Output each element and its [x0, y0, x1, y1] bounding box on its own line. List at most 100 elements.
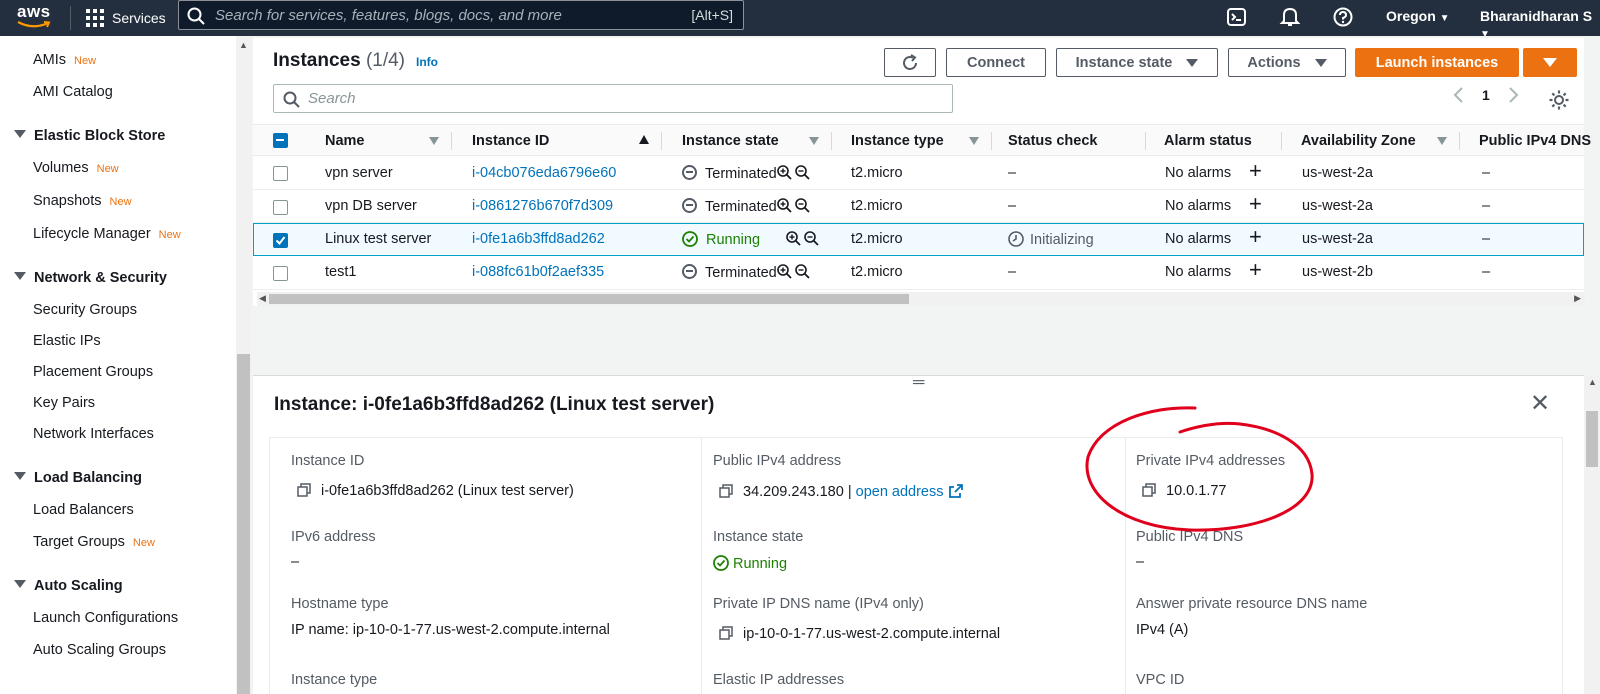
column-header-availability-zone[interactable]: Availability Zone	[1301, 133, 1416, 149]
copy-icon[interactable]	[297, 483, 311, 497]
instance-id-value: i-0fe1a6b3ffd8ad262 (Linux test server)	[297, 483, 574, 499]
column-divider[interactable]	[451, 132, 452, 150]
sidebar-item-snapshots[interactable]: Snapshots New	[33, 193, 132, 209]
cell-instance-id-link[interactable]: i-088fc61b0f2aef335	[472, 264, 604, 280]
column-divider[interactable]	[1145, 132, 1146, 150]
zoom-icons[interactable]	[786, 231, 820, 247]
sort-icon[interactable]	[429, 137, 439, 145]
sidebar-item-label: Lifecycle Manager	[33, 226, 151, 242]
column-divider[interactable]	[661, 132, 662, 150]
sidebar-item-auto-scaling-groups[interactable]: Auto Scaling Groups	[33, 642, 166, 658]
row-checkbox[interactable]	[273, 200, 288, 215]
actions-dropdown[interactable]: Actions	[1228, 48, 1346, 77]
sidebar-item-launch-configurations[interactable]: Launch Configurations	[33, 610, 178, 626]
column-header-instance-state[interactable]: Instance state	[682, 133, 779, 149]
column-header-public-ipv4-dns[interactable]: Public IPv4 DNS	[1479, 133, 1591, 149]
sidebar-item-amis[interactable]: AMIs New	[33, 52, 96, 68]
external-link-icon[interactable]	[948, 483, 964, 499]
sidebar-section-network-security[interactable]: Network & Security	[14, 270, 167, 286]
zoom-icons[interactable]	[776, 264, 811, 280]
sidebar-item-network-interfaces[interactable]: Network Interfaces	[33, 426, 154, 442]
column-divider[interactable]	[831, 132, 832, 150]
resize-handle-icon[interactable]: ═	[913, 374, 924, 392]
sidebar-item-lifecycle-manager[interactable]: Lifecycle Manager New	[33, 226, 181, 242]
scrollbar-thumb[interactable]	[1586, 411, 1598, 467]
table-row[interactable]	[253, 190, 1584, 223]
aws-logo[interactable]: aws	[16, 2, 56, 32]
column-divider[interactable]	[1459, 132, 1460, 150]
column-divider[interactable]	[1281, 132, 1282, 150]
sidebar-item-security-groups[interactable]: Security Groups	[33, 302, 137, 318]
select-all-checkbox[interactable]	[273, 133, 288, 148]
sidebar-item-elastic-ips[interactable]: Elastic IPs	[33, 333, 101, 349]
column-header-status-check[interactable]: Status check	[1008, 133, 1097, 149]
row-checkbox[interactable]	[273, 166, 288, 181]
detail-scrollbar[interactable]: ▲	[1584, 375, 1600, 694]
table-row[interactable]	[253, 257, 1584, 290]
launch-options-dropdown[interactable]	[1523, 48, 1577, 77]
row-checkbox-checked[interactable]	[273, 233, 288, 248]
sidebar-item-load-balancers[interactable]: Load Balancers	[33, 502, 134, 518]
scroll-up-arrow-icon[interactable]: ▲	[1588, 377, 1597, 387]
refresh-button[interactable]	[884, 48, 936, 77]
sidebar-item-target-groups[interactable]: Target Groups New	[33, 534, 155, 550]
table-horizontal-scrollbar[interactable]: ◀ ▶	[257, 292, 1585, 306]
settings-gear-icon[interactable]	[1548, 89, 1570, 111]
sort-icon[interactable]	[809, 137, 819, 145]
chevron-left-icon[interactable]	[1452, 86, 1464, 104]
scroll-right-arrow-icon[interactable]: ▶	[1574, 293, 1581, 304]
sidebar-item-placement-groups[interactable]: Placement Groups	[33, 364, 153, 380]
column-header-instance-id[interactable]: Instance ID	[472, 133, 549, 149]
table-row[interactable]	[253, 157, 1584, 190]
scrollbar-thumb[interactable]	[269, 294, 909, 304]
sort-icon[interactable]	[1437, 137, 1447, 145]
zoom-icons[interactable]	[776, 198, 811, 214]
sort-ascending-icon[interactable]	[639, 135, 649, 144]
page-number[interactable]: 1	[1482, 87, 1490, 103]
scroll-up-arrow-icon[interactable]: ▲	[239, 40, 248, 50]
close-icon[interactable]: ✕	[1530, 392, 1550, 416]
add-alarm-plus-icon[interactable]: +	[1249, 259, 1262, 281]
add-alarm-plus-icon[interactable]: +	[1249, 226, 1262, 248]
help-icon[interactable]	[1332, 6, 1354, 28]
info-link[interactable]: Info	[416, 55, 438, 69]
sidebar-item-ami-catalog[interactable]: AMI Catalog	[33, 84, 113, 100]
instances-search-input[interactable]: Search	[273, 84, 953, 113]
row-checkbox[interactable]	[273, 266, 288, 281]
table-row-selected[interactable]	[253, 223, 1584, 256]
sidebar-section-auto-scaling[interactable]: Auto Scaling	[14, 578, 123, 594]
sidebar-scrollbar[interactable]: ▲	[236, 36, 251, 694]
cell-instance-id-link[interactable]: i-04cb076eda6796e60	[472, 165, 616, 181]
column-divider[interactable]	[991, 132, 992, 150]
chevron-right-icon[interactable]	[1508, 86, 1520, 104]
add-alarm-plus-icon[interactable]: +	[1249, 160, 1262, 182]
sidebar-item-key-pairs[interactable]: Key Pairs	[33, 395, 95, 411]
launch-instances-button[interactable]: Launch instances	[1355, 48, 1519, 77]
cell-instance-id-link[interactable]: i-0fe1a6b3ffd8ad262	[472, 231, 605, 247]
copy-icon[interactable]	[719, 626, 733, 640]
column-header-name[interactable]: Name	[325, 133, 365, 149]
column-header-instance-type[interactable]: Instance type	[851, 133, 944, 149]
zoom-icons[interactable]	[776, 165, 811, 181]
scrollbar-thumb[interactable]	[237, 354, 250, 694]
cell-instance-id-link[interactable]: i-0861276b670f7d309	[472, 198, 613, 214]
add-alarm-plus-icon[interactable]: +	[1249, 193, 1262, 215]
cloudshell-icon[interactable]	[1226, 6, 1248, 28]
copy-icon[interactable]	[719, 484, 733, 498]
column-header-alarm-status[interactable]: Alarm status	[1164, 133, 1252, 149]
sidebar-section-ebs[interactable]: Elastic Block Store	[14, 128, 165, 144]
scroll-left-arrow-icon[interactable]: ◀	[259, 293, 266, 304]
global-search-input[interactable]: Search for services, features, blogs, do…	[178, 0, 744, 30]
region-selector[interactable]: Oregon ▼	[1386, 8, 1450, 24]
stopped-status-icon	[682, 198, 697, 213]
instance-state-dropdown[interactable]: Instance state	[1056, 48, 1218, 77]
sort-icon[interactable]	[969, 137, 979, 145]
region-label: Oregon	[1386, 8, 1436, 24]
nav-divider	[70, 6, 71, 30]
services-menu-button[interactable]: Services	[86, 5, 166, 31]
open-address-link[interactable]: open address	[856, 484, 944, 500]
connect-button[interactable]: Connect	[946, 48, 1046, 77]
sidebar-section-load-balancing[interactable]: Load Balancing	[14, 470, 142, 486]
sidebar-item-volumes[interactable]: Volumes New	[33, 160, 119, 176]
notifications-bell-icon[interactable]	[1279, 6, 1301, 28]
